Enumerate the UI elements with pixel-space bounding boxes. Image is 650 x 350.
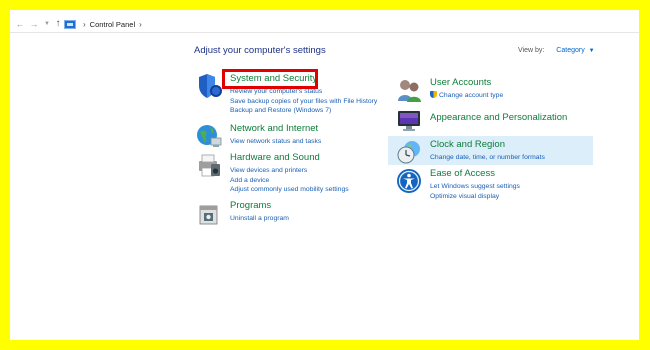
file-history-link[interactable]: Save backup copies of your files with Fi… bbox=[230, 97, 377, 107]
network-and-internet-link[interactable]: Network and Internet bbox=[230, 123, 318, 134]
monitor-icon[interactable] bbox=[396, 107, 422, 133]
printer-icon[interactable] bbox=[196, 152, 222, 178]
breadcrumb-control-panel[interactable]: Control Panel bbox=[90, 20, 135, 29]
control-panel-icon bbox=[64, 20, 76, 29]
change-account-type-link[interactable]: Change account type bbox=[430, 91, 503, 101]
clock-globe-icon[interactable] bbox=[396, 139, 422, 165]
accessibility-icon[interactable] bbox=[396, 168, 422, 194]
appearance-and-personalization-link[interactable]: Appearance and Personalization bbox=[430, 112, 567, 123]
clock-and-region-link[interactable]: Clock and Region bbox=[430, 139, 505, 150]
view-by-control: View by: Category ▼ bbox=[518, 47, 595, 54]
users-icon[interactable] bbox=[396, 77, 422, 103]
change-account-type-label: Change account type bbox=[439, 92, 504, 99]
optimize-visual-display-link[interactable]: Optimize visual display bbox=[430, 192, 520, 202]
control-panel-window: ← → ▼ ↑ › Control Panel › Adjust your co… bbox=[10, 10, 639, 340]
uac-shield-icon bbox=[430, 91, 437, 98]
programs-icon[interactable] bbox=[196, 200, 222, 226]
uninstall-program-link[interactable]: Uninstall a program bbox=[230, 214, 289, 224]
programs-link[interactable]: Programs bbox=[230, 200, 271, 211]
address-bar: ← → ▼ ↑ › Control Panel › bbox=[10, 16, 639, 33]
back-arrow-icon[interactable]: ← bbox=[14, 18, 26, 30]
shield-icon[interactable] bbox=[196, 73, 222, 99]
network-status-link[interactable]: View network status and tasks bbox=[230, 137, 321, 147]
ease-of-access-link[interactable]: Ease of Access bbox=[430, 168, 495, 179]
breadcrumb-separator-icon[interactable]: › bbox=[139, 20, 142, 29]
windows-suggest-settings-link[interactable]: Let Windows suggest settings bbox=[430, 182, 520, 192]
mobility-settings-link[interactable]: Adjust commonly used mobility settings bbox=[230, 185, 349, 195]
view-by-dropdown[interactable]: Category bbox=[556, 47, 584, 54]
up-arrow-icon[interactable]: ↑ bbox=[52, 18, 64, 30]
chevron-down-icon[interactable]: ▼ bbox=[589, 48, 595, 54]
breadcrumb: › Control Panel › bbox=[64, 18, 146, 31]
breadcrumb-separator-icon[interactable]: › bbox=[83, 20, 86, 29]
page-title: Adjust your computer's settings bbox=[194, 45, 326, 56]
devices-printers-link[interactable]: View devices and printers bbox=[230, 166, 349, 176]
forward-arrow-icon[interactable]: → bbox=[28, 18, 40, 30]
title-bar bbox=[10, 10, 639, 15]
user-accounts-link[interactable]: User Accounts bbox=[430, 77, 491, 88]
highlight-box bbox=[222, 69, 318, 89]
view-by-label: View by: bbox=[518, 47, 545, 54]
globe-network-icon[interactable] bbox=[196, 123, 222, 149]
date-time-formats-link[interactable]: Change date, time, or number formats bbox=[430, 153, 545, 163]
add-device-link[interactable]: Add a device bbox=[230, 176, 349, 186]
hardware-and-sound-link[interactable]: Hardware and Sound bbox=[230, 152, 320, 163]
backup-restore-link[interactable]: Backup and Restore (Windows 7) bbox=[230, 106, 377, 116]
